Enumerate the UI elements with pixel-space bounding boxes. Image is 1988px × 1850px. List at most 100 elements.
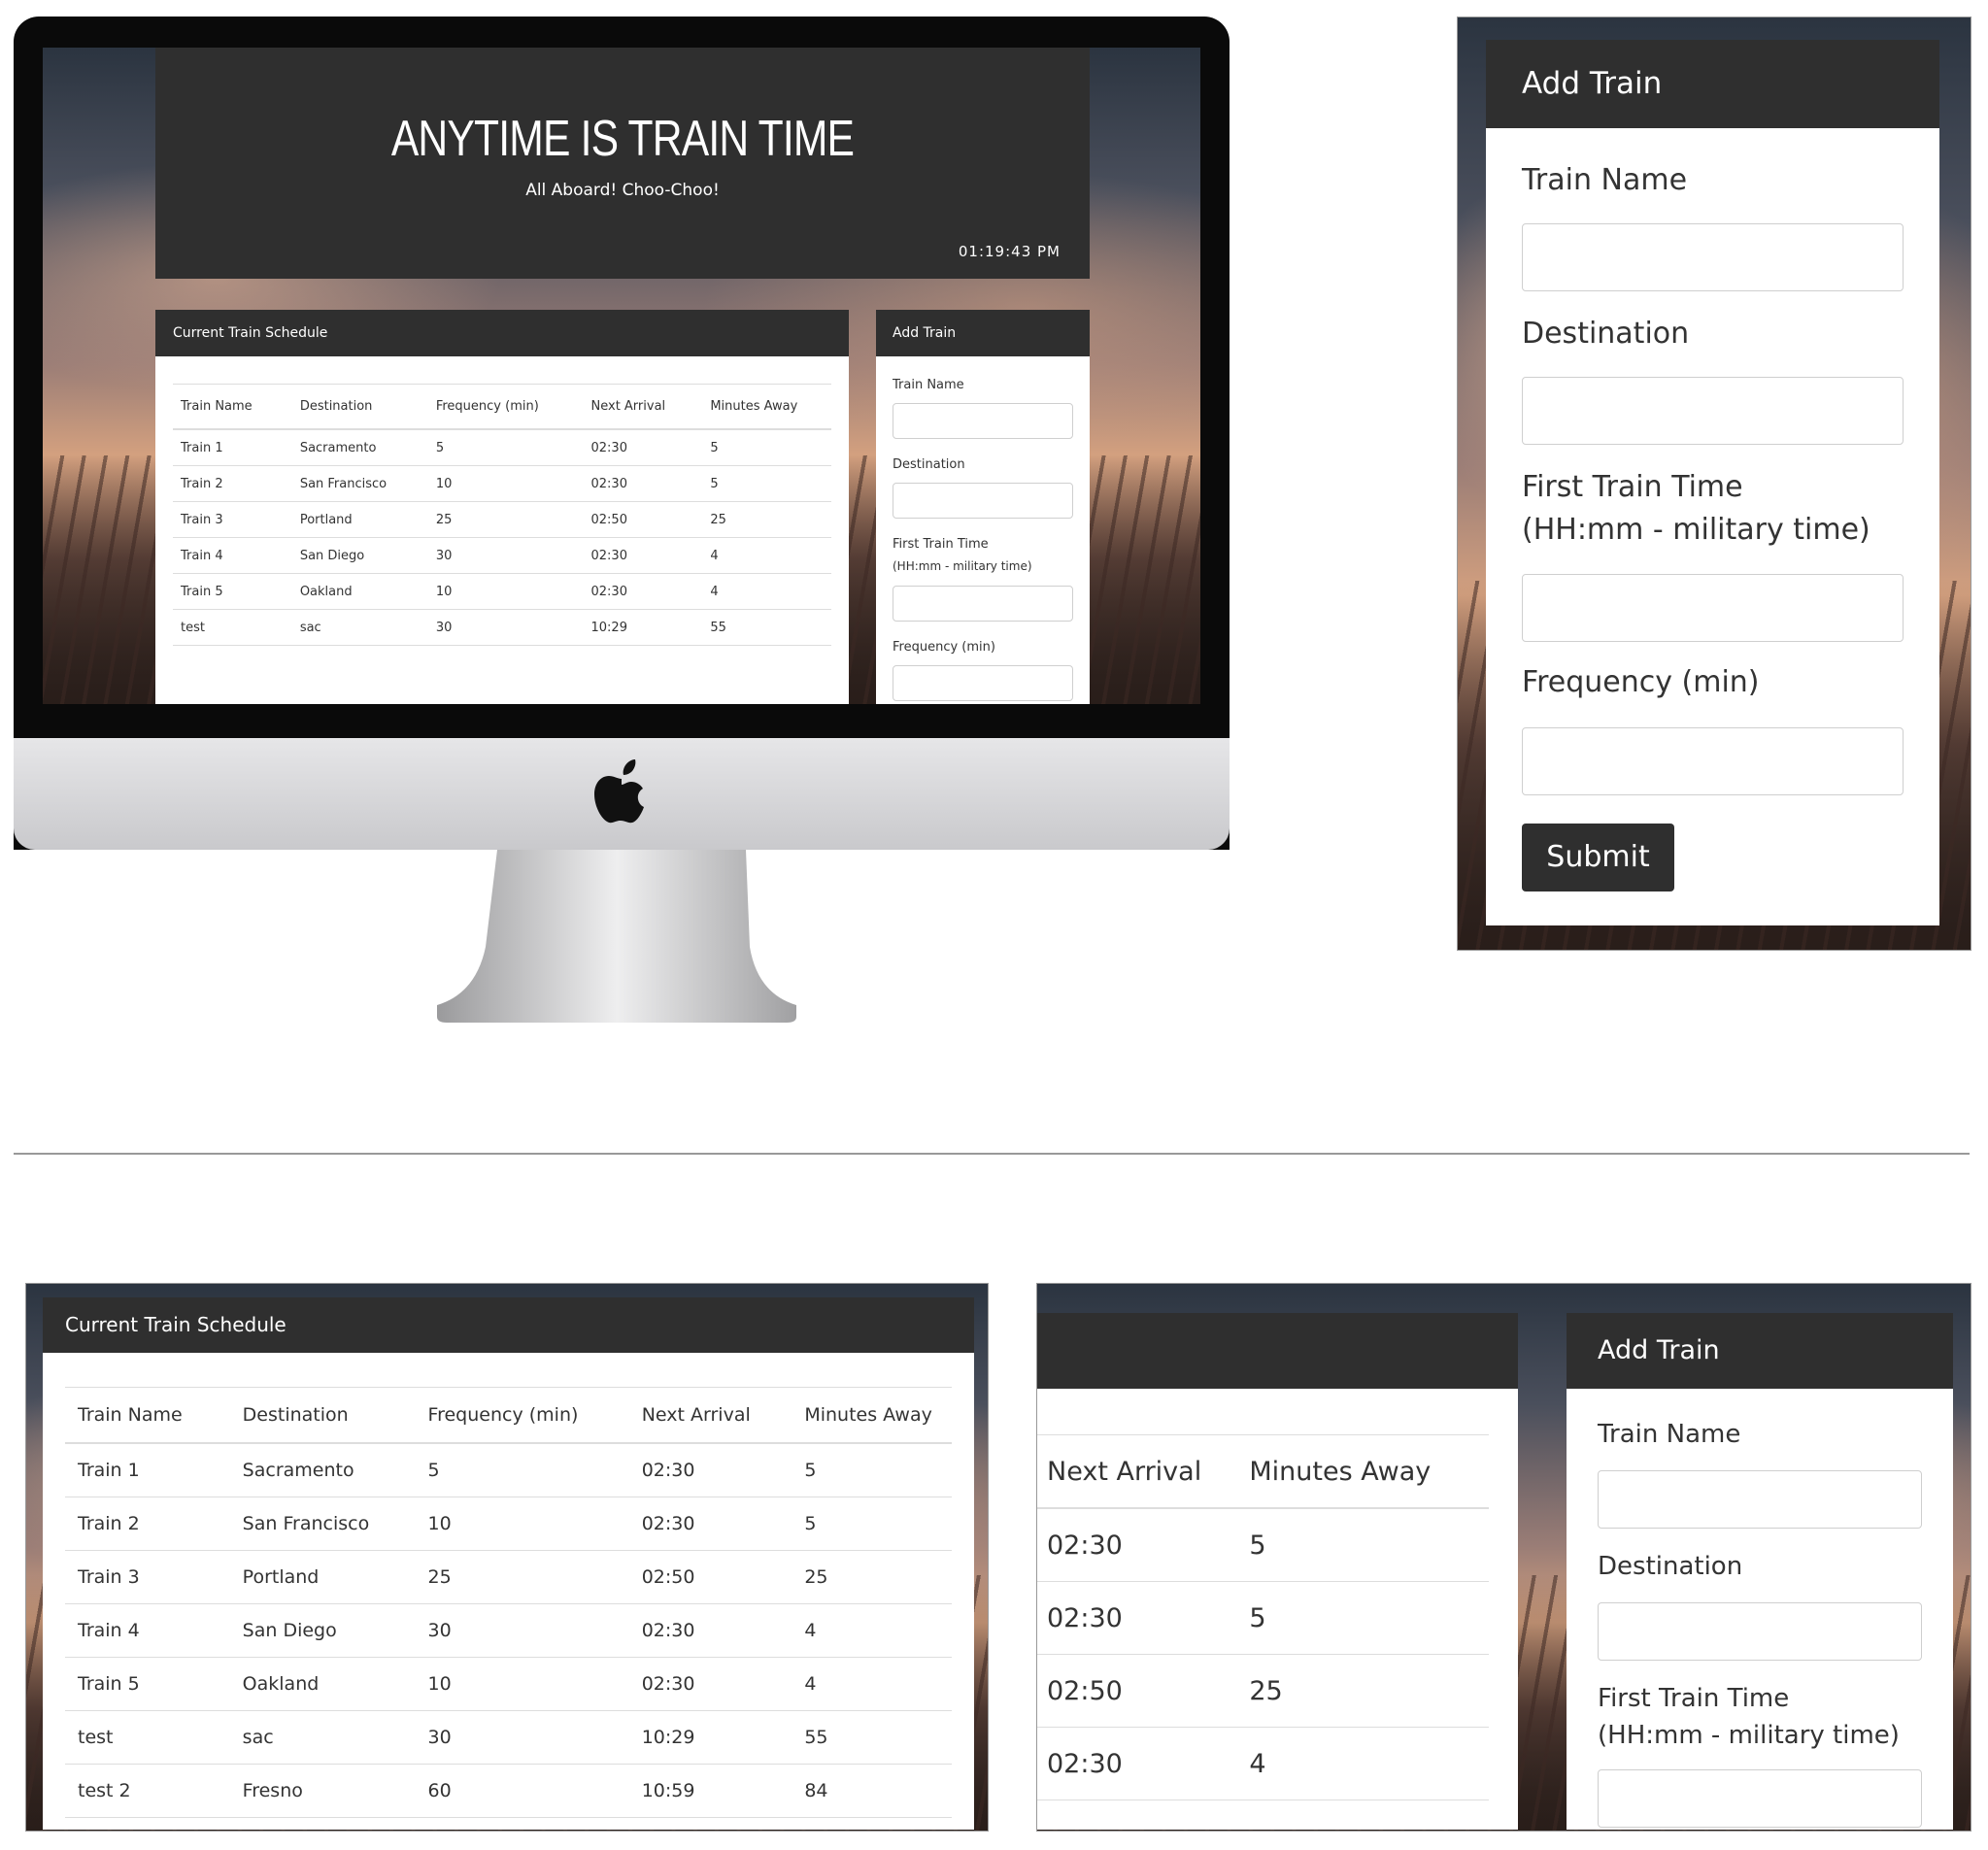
destination-label-large: Destination xyxy=(1522,317,1690,351)
jumbotron: ANYTIME IS TRAIN TIME All Aboard! Choo-C… xyxy=(155,48,1090,279)
frequency-label-large: Frequency (min) xyxy=(1522,665,1760,699)
table-cell: Train 5 xyxy=(65,1657,230,1711)
first-time-hint-zoom: (HH:mm - military time) xyxy=(1598,1721,1900,1750)
table-cell: 4 xyxy=(702,573,831,610)
table-cell: 10 xyxy=(415,1497,629,1551)
table-cell: 02:30 xyxy=(1037,1508,1240,1582)
column-header: Frequency (min) xyxy=(415,1387,629,1444)
table-header-row: Train Name Destination Frequency (min) Next… xyxy=(173,384,831,430)
table-cell: Train 5 xyxy=(173,573,292,610)
frequency-input[interactable] xyxy=(893,665,1073,701)
column-header: Minutes Away xyxy=(702,384,831,430)
column-header: Train Name xyxy=(65,1387,230,1444)
add-train-panel-small: Add Train Train Name Destination First T… xyxy=(876,310,1090,704)
destination-input-large[interactable] xyxy=(1522,377,1904,445)
table-cell: 4 xyxy=(792,1657,952,1711)
first-time-label-zoom: First Train Time xyxy=(1598,1684,1790,1713)
frequency-label: Frequency (min) xyxy=(893,640,995,655)
schedule-panel-title-large: Current Train Schedule xyxy=(43,1297,974,1353)
schedule-panel-title: Current Train Schedule xyxy=(155,310,849,356)
column-header: Destination xyxy=(229,1387,416,1444)
table-cell: Fresno xyxy=(229,1764,416,1818)
table-cell: 02:30 xyxy=(1037,1581,1240,1655)
table-cell: 02:30 xyxy=(583,537,703,574)
table-cell: Oakland xyxy=(291,573,428,610)
table-cell: 5 xyxy=(702,429,831,466)
table-cell: Train 3 xyxy=(65,1550,230,1604)
table-cell: 10:59 xyxy=(628,1764,792,1818)
table-cell: 4 xyxy=(792,1603,952,1658)
table-cell: 30 xyxy=(427,537,584,574)
table-cell: 02:30 xyxy=(628,1603,792,1658)
table-cell: 5 xyxy=(1239,1508,1489,1582)
table-cell: San Francisco xyxy=(291,465,428,502)
table-row: Train 5 Oakland 10 02:30 4 xyxy=(65,1657,952,1711)
column-header: Next Arrival xyxy=(1037,1434,1240,1509)
train-name-label-zoom: Train Name xyxy=(1598,1420,1741,1449)
table-cell: 30 xyxy=(427,609,584,646)
table-row: 02:30 5 xyxy=(1037,1581,1489,1655)
first-time-input[interactable] xyxy=(893,586,1073,622)
table-cell: 10 xyxy=(427,573,584,610)
table-cell: 30 xyxy=(415,1603,629,1658)
table-row: Train 3 Portland 25 02:50 25 xyxy=(173,501,831,538)
table-row: 02:30 4 xyxy=(1037,1727,1489,1800)
table-cell: Train 4 xyxy=(65,1603,230,1658)
frequency-input-large[interactable] xyxy=(1522,727,1904,795)
column-header: Next Arrival xyxy=(583,384,703,430)
table-cell: Sacramento xyxy=(229,1443,416,1497)
table-cell: 4 xyxy=(1239,1727,1489,1800)
table-cell: 5 xyxy=(702,465,831,502)
table-cell: 5 xyxy=(415,1443,629,1497)
table-cell: 25 xyxy=(427,501,584,538)
add-train-panel-zoom: Add Train Train Name Destination First T… xyxy=(1567,1313,1953,1830)
train-name-input-large[interactable] xyxy=(1522,223,1904,291)
first-time-input-zoom[interactable] xyxy=(1598,1769,1922,1828)
column-header: Frequency (min) xyxy=(427,384,584,430)
add-train-title: Add Train xyxy=(876,310,1090,356)
first-time-input-large[interactable] xyxy=(1522,574,1904,642)
table-cell: test 2 xyxy=(65,1764,230,1818)
schedule-panel-large: Current Train Schedule Train Name Destina… xyxy=(43,1297,974,1830)
table-cell: 25 xyxy=(702,501,831,538)
table-cell: Train 1 xyxy=(65,1443,230,1497)
table-cell: 25 xyxy=(415,1550,629,1604)
table-cell: 5 xyxy=(792,1443,952,1497)
table-row: Train 2 San Francisco 10 02:30 5 xyxy=(173,465,831,502)
train-name-input[interactable] xyxy=(893,403,1073,439)
table-cell: test xyxy=(65,1710,230,1765)
table-cell: 02:30 xyxy=(583,429,703,466)
apple-logo-icon xyxy=(593,759,650,824)
first-time-hint-large: (HH:mm - military time) xyxy=(1522,513,1870,547)
table-cell: sac xyxy=(229,1710,416,1765)
table-cell: 02:30 xyxy=(583,465,703,502)
table-cell: Oakland xyxy=(229,1657,416,1711)
column-header: Next Arrival xyxy=(628,1387,792,1444)
schedule-panel-small: Current Train Schedule Train Name Destina… xyxy=(155,310,849,704)
destination-label: Destination xyxy=(893,457,965,472)
table-cell: San Diego xyxy=(229,1603,416,1658)
arrivals-table: Next Arrival Minutes Away 02:30 5 02:30 5 02:5… xyxy=(1037,1434,1489,1800)
submit-button[interactable]: Submit xyxy=(1522,824,1674,891)
table-cell: 55 xyxy=(792,1710,952,1765)
destination-input[interactable] xyxy=(893,483,1073,519)
column-header: Minutes Away xyxy=(1239,1434,1489,1509)
table-row: test sac 30 10:29 55 xyxy=(65,1710,952,1765)
table-cell: Portland xyxy=(291,501,428,538)
table-cell: test xyxy=(173,609,292,646)
table-cell: 55 xyxy=(702,609,831,646)
table-cell: 84 xyxy=(792,1764,952,1818)
destination-input-zoom[interactable] xyxy=(1598,1602,1922,1661)
monitor-stand xyxy=(437,850,796,1023)
table-header-row: Next Arrival Minutes Away xyxy=(1037,1434,1489,1509)
table-cell: 4 xyxy=(702,537,831,574)
table-cell: 02:50 xyxy=(1037,1654,1240,1728)
arrivals-panel-zoom: Next Arrival Minutes Away 02:30 5 02:30 5 02:5… xyxy=(1037,1313,1518,1830)
table-row: test sac 30 10:29 55 xyxy=(173,609,831,646)
train-name-input-zoom[interactable] xyxy=(1598,1470,1922,1529)
table-cell: Portland xyxy=(229,1550,416,1604)
table-cell: 10 xyxy=(427,465,584,502)
table-cell: 02:30 xyxy=(628,1443,792,1497)
table-row: Train 3 Portland 25 02:50 25 xyxy=(65,1550,952,1604)
column-header: Destination xyxy=(291,384,428,430)
